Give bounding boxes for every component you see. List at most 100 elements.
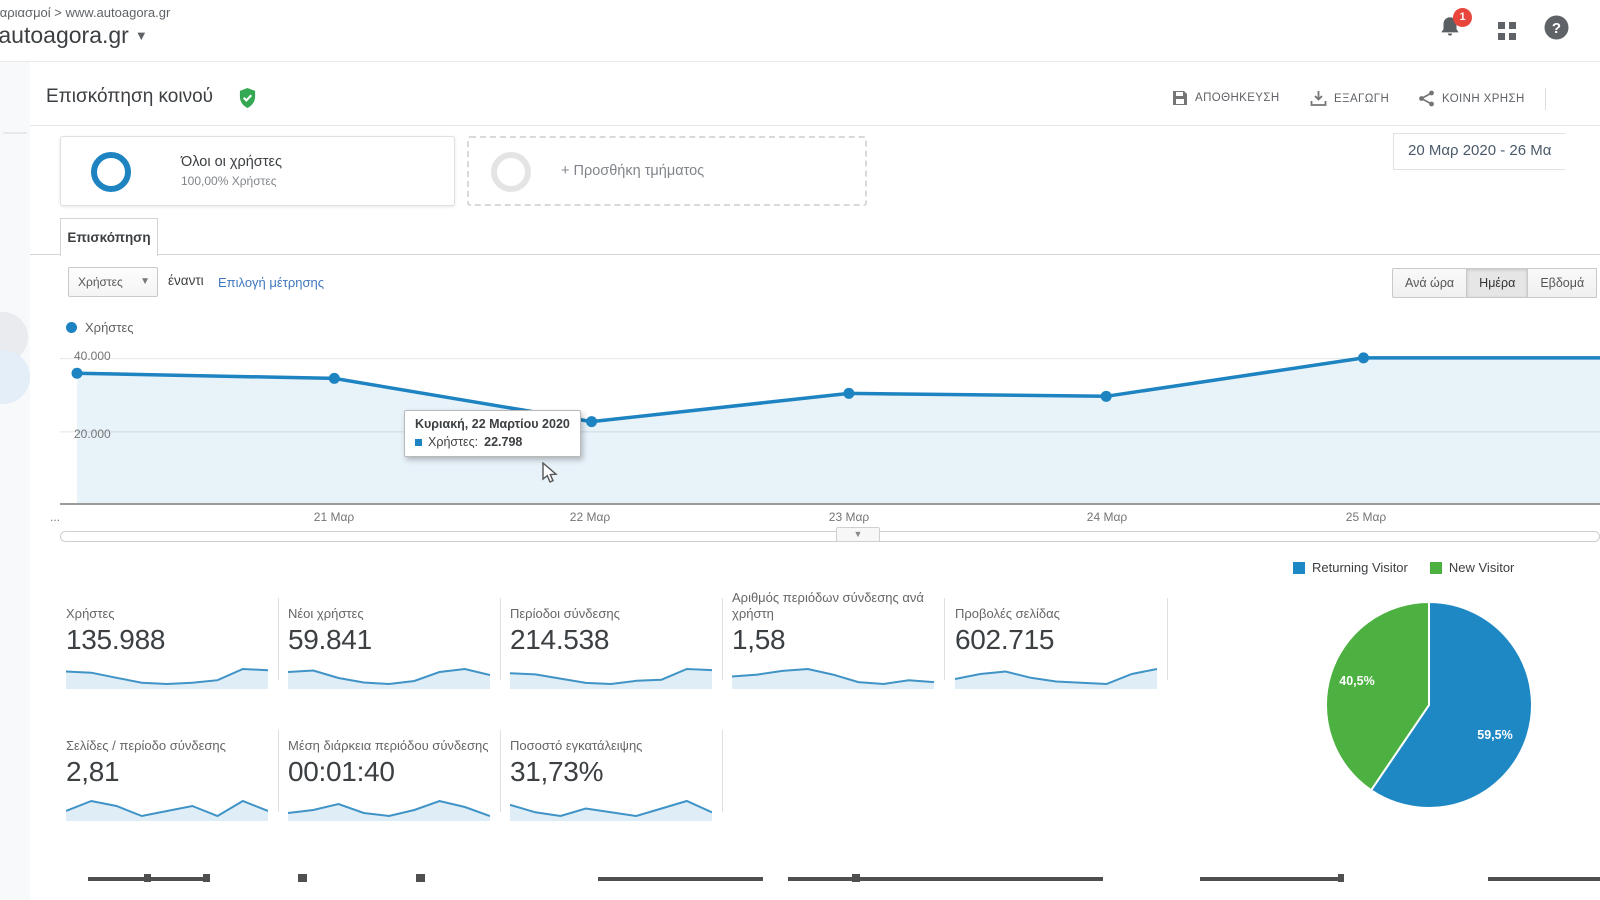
legend-dot-icon xyxy=(66,322,77,333)
account-title-text: .autoagora.gr xyxy=(0,22,129,48)
metric-label: Νέοι χρήστες xyxy=(288,606,364,621)
svg-text:?: ? xyxy=(1552,20,1561,37)
x-axis-tick: 22 Μαρ xyxy=(569,510,611,524)
tooltip-series-swatch xyxy=(415,438,422,446)
metric-value: 2,81 xyxy=(66,756,120,787)
divider xyxy=(30,125,1600,126)
metric-value: 31,73% xyxy=(510,756,604,787)
chart-legend: Χρήστες xyxy=(66,320,134,335)
divider xyxy=(1545,88,1546,110)
metric-value: 214.538 xyxy=(510,624,610,655)
x-axis-tick: 21 Μαρ xyxy=(313,510,355,524)
export-button[interactable]: ΕΞΑΓΩΓΗ xyxy=(1310,90,1389,107)
metric-label: Μέση διάρκεια περιόδου σύνδεσης xyxy=(288,738,489,753)
legend-swatch-green xyxy=(1429,561,1442,574)
metric-card[interactable]: Νέοι χρήστες 59.841 xyxy=(288,586,490,689)
metric-card[interactable]: Περίοδοι σύνδεσης 214.538 xyxy=(510,586,712,689)
metric-card[interactable]: Σελίδες / περίοδο σύνδεσης 2,81 xyxy=(66,718,268,821)
timeline-brush[interactable] xyxy=(60,531,1600,542)
card-divider xyxy=(500,730,501,812)
users-area-chart[interactable] xyxy=(60,344,1600,510)
account-selector[interactable]: .autoagora.gr ▼ xyxy=(0,22,148,49)
metric-sparkline xyxy=(66,799,268,821)
x-axis-tick: ... xyxy=(50,510,61,524)
share-icon xyxy=(1419,90,1434,107)
metric-card[interactable]: Μέση διάρκεια περιόδου σύνδεσης 00:01:40 xyxy=(288,718,490,821)
card-divider xyxy=(278,598,279,680)
metric-sparkline xyxy=(955,668,1157,689)
segment-title: Όλοι οι χρήστες xyxy=(181,154,282,170)
metric-label: Περίοδοι σύνδεσης xyxy=(510,606,620,621)
metric-select-dropdown[interactable]: Χρήστες ▼ xyxy=(68,267,158,297)
x-axis-tick: 24 Μαρ xyxy=(1086,510,1128,524)
rail-decoration xyxy=(0,350,30,404)
metric-card[interactable]: Χρήστες 135.988 xyxy=(66,586,268,689)
pie-slice-label-blue: 59,5% xyxy=(1477,728,1513,742)
legend-new-visitor: New Visitor xyxy=(1429,560,1515,575)
metric-value: 00:01:40 xyxy=(288,756,395,787)
legend-label: Χρήστες xyxy=(85,320,134,335)
card-divider xyxy=(722,730,723,812)
download-icon xyxy=(1310,91,1327,106)
legend-label: New Visitor xyxy=(1448,560,1515,575)
metric-value: 602.715 xyxy=(955,624,1055,655)
segment-ring-icon xyxy=(491,152,531,192)
notifications-bell-icon[interactable]: 1 xyxy=(1437,8,1472,44)
metric-label: Προβολές σελίδας xyxy=(955,606,1060,621)
chart-tooltip: Κυριακή, 22 Μαρτίου 2020 Χρήστες: 22.798 xyxy=(404,410,581,457)
metric-sparkline xyxy=(510,799,712,821)
add-segment-button[interactable]: + Προσθήκη τμήματος xyxy=(467,136,867,206)
save-icon xyxy=(1173,91,1187,105)
tooltip-series-label: Χρήστες: xyxy=(428,435,479,449)
segment-ring-icon xyxy=(91,152,131,192)
export-label: ΕΞΑΓΩΓΗ xyxy=(1334,92,1390,105)
legend-label: Returning Visitor xyxy=(1312,560,1408,575)
visitor-type-pie-chart[interactable] xyxy=(1322,598,1536,812)
share-label: ΚΟΙΝΗ ΧΡΗΣΗ xyxy=(1442,92,1525,105)
tab-overview[interactable]: Επισκόπηση xyxy=(60,218,158,256)
timeline-handle[interactable]: ▼ xyxy=(836,527,880,542)
y-axis-tick: 20.000 xyxy=(74,427,111,441)
metric-card[interactable]: Ποσοστό εγκατάλειψης 31,73% xyxy=(510,718,712,821)
metric-select-value: Χρήστες xyxy=(78,275,123,289)
save-button[interactable]: ΑΠΟΘΗΚΕΥΣΗ xyxy=(1172,90,1280,106)
pie-legend: Returning Visitor New Visitor xyxy=(1293,560,1514,575)
granularity-hourly[interactable]: Ανά ώρα xyxy=(1392,268,1468,298)
chevron-down-icon: ▼ xyxy=(140,276,150,287)
metric-card[interactable]: Αριθμός περιόδων σύνδεσης ανά χρήστη 1,58 xyxy=(732,586,934,689)
mouse-cursor xyxy=(540,461,560,489)
granularity-week[interactable]: Εβδομά xyxy=(1528,268,1598,298)
app-header: ογαριασμοί > www.autoagora.gr .autoagora… xyxy=(0,0,1600,62)
help-icon[interactable]: ? xyxy=(1543,14,1573,44)
choose-metric-link[interactable]: Επιλογή μέτρησης xyxy=(218,275,324,290)
tooltip-value: 22.798 xyxy=(484,435,523,449)
page-title: Επισκόπηση κοινού xyxy=(46,86,214,107)
metric-label: Σελίδες / περίοδο σύνδεσης xyxy=(66,738,226,753)
granularity-day[interactable]: Ημέρα xyxy=(1467,268,1529,298)
metric-value: 135.988 xyxy=(66,624,166,655)
legend-returning-visitor: Returning Visitor xyxy=(1293,560,1408,575)
metric-sparkline xyxy=(288,799,490,821)
segment-all-users[interactable]: Όλοι οι χρήστες 100,00% Χρήστες xyxy=(60,136,455,206)
metric-card[interactable]: Προβολές σελίδας 602.715 xyxy=(955,586,1157,689)
tab-baseline xyxy=(30,254,1600,255)
tooltip-date: Κυριακή, 22 Μαρτίου 2020 xyxy=(415,417,570,431)
granularity-button-group: Ανά ώρα Ημέρα Εβδομά xyxy=(1392,268,1598,298)
y-axis-tick: 40.000 xyxy=(74,349,111,363)
save-label: ΑΠΟΘΗΚΕΥΣΗ xyxy=(1195,92,1280,104)
pie-slice-label-green: 40,5% xyxy=(1339,674,1375,688)
apps-grid-icon[interactable] xyxy=(1496,20,1526,50)
card-divider xyxy=(1167,598,1168,680)
date-range-selector[interactable]: 20 Μαρ 2020 - 26 Μα xyxy=(1393,133,1566,170)
metric-sparkline xyxy=(732,667,934,689)
rail-divider xyxy=(3,132,27,134)
metric-sparkline xyxy=(66,667,268,689)
metric-sparkline xyxy=(510,667,712,689)
chevron-down-icon: ▼ xyxy=(134,28,148,43)
share-button[interactable]: ΚΟΙΝΗ ΧΡΗΣΗ xyxy=(1418,90,1525,107)
verified-shield-icon xyxy=(238,88,257,113)
breadcrumb[interactable]: ογαριασμοί > www.autoagora.gr xyxy=(0,5,170,20)
segment-subtitle: 100,00% Χρήστες xyxy=(181,174,277,188)
notification-badge: 1 xyxy=(1453,8,1472,27)
metric-label: Ποσοστό εγκατάλειψης xyxy=(510,738,643,753)
